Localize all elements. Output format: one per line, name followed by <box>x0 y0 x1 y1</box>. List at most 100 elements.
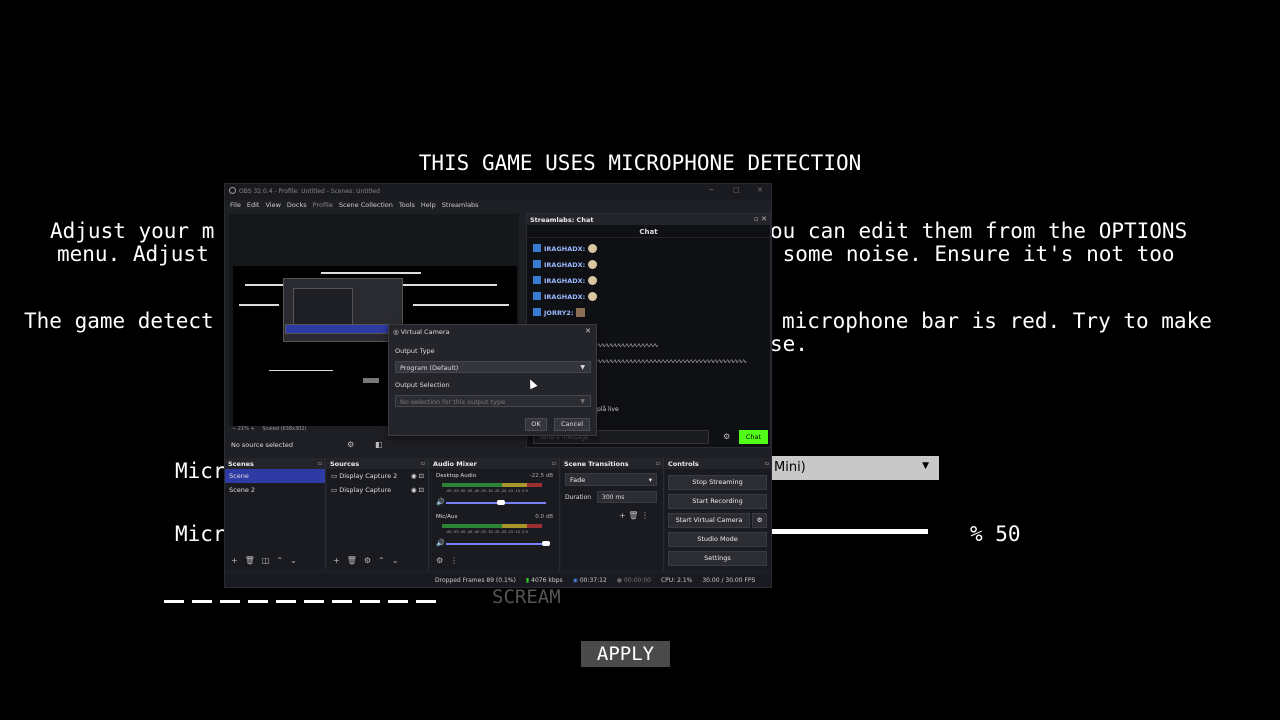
eye-lock-icon[interactable]: ◉ ⊡ <box>411 472 424 480</box>
dock-popout-icon[interactable]: ▫ <box>656 460 660 467</box>
volume-slider[interactable] <box>446 543 546 545</box>
transition-select[interactable]: Fade ▾ <box>565 473 657 486</box>
chat-settings-icon[interactable]: ⚙ <box>723 432 730 441</box>
cpu-usage: CPU: 2.1% <box>660 577 693 584</box>
scenes-title: Scenes <box>228 460 254 468</box>
start-recording-button[interactable]: Start Recording <box>668 494 767 509</box>
mic-level-bar <box>164 600 444 603</box>
menu-edit[interactable]: Edit <box>247 201 260 209</box>
menu-scene-collection[interactable]: Scene Collection <box>339 201 393 209</box>
meter-scale: -60 -55 -50 -45 -40 -35 -30 -25 -20 -15 … <box>446 530 528 534</box>
source-item[interactable]: ▭ Display Capture ◉ ⊡ <box>327 483 428 497</box>
dock-popout-icon[interactable]: ▫ <box>765 460 769 467</box>
output-type-select[interactable]: Program (Default) ▼ <box>395 361 591 373</box>
duration-input[interactable]: 300 ms <box>597 491 657 503</box>
volume-slider[interactable] <box>446 502 546 504</box>
chevron-down-icon: ▼ <box>580 364 585 371</box>
settings-button[interactable]: Settings <box>668 551 767 566</box>
gear-icon[interactable]: ⚙ <box>436 556 443 565</box>
stop-streaming-button[interactable]: Stop Streaming <box>668 475 767 490</box>
gear-icon[interactable]: ⚙ <box>364 556 371 565</box>
chat-send-button[interactable]: Chat <box>739 430 768 444</box>
instructions-line1-right: ou can edit them from the OPTIONS <box>770 219 1188 243</box>
obs-logo-icon <box>229 187 236 194</box>
menu-help[interactable]: Help <box>421 201 436 209</box>
filter-icon[interactable]: ◫ <box>262 556 270 565</box>
more-icon[interactable]: ⋮ <box>641 511 649 520</box>
scene-item[interactable]: Scene <box>225 469 325 483</box>
start-virtual-camera-button[interactable]: Start Virtual Camera <box>668 513 750 528</box>
dock-popout-icon[interactable]: ▫ <box>421 460 425 467</box>
maximize-icon[interactable]: □ <box>733 186 740 194</box>
close-icon[interactable]: ✕ <box>585 327 591 335</box>
sensitivity-slider[interactable] <box>770 529 928 534</box>
down-icon[interactable]: ⌄ <box>392 556 399 565</box>
close-icon[interactable]: ✕ <box>757 186 763 194</box>
speaker-icon[interactable]: 🔊 <box>436 498 445 506</box>
instructions-line2-left: menu. Adjust <box>57 242 222 266</box>
menu-streamlabs[interactable]: Streamlabs <box>442 201 479 209</box>
mic-device-select[interactable]: Mini) ▼ <box>770 456 939 480</box>
scream-label: SCREAM <box>492 586 561 608</box>
up-icon[interactable]: ⌃ <box>378 556 385 565</box>
zoom-minus-icon[interactable]: − <box>232 426 236 432</box>
sources-dock: Sources ▫ ▭ Display Capture 2 ◉ ⊡ ▭ Displa… <box>327 458 429 570</box>
dock-close-icon[interactable]: ▫ ✕ <box>754 215 767 223</box>
ok-button[interactable]: OK <box>525 418 547 431</box>
menu-docks[interactable]: Docks <box>287 201 307 209</box>
channel-name: Mic/Aux <box>436 514 458 520</box>
no-source-label: No source selected <box>231 441 293 449</box>
avatar <box>576 308 586 317</box>
source-item[interactable]: ▭ Display Capture 2 ◉ ⊡ <box>327 469 428 483</box>
dock-popout-icon[interactable]: ▫ <box>552 460 556 467</box>
menu-file[interactable]: File <box>230 201 241 209</box>
chat-message-wave: ∿∿∿∿∿∿∿∿∿∿∿∿∿∿∿ <box>597 342 658 349</box>
channel-name: Desktop Audio <box>436 473 477 479</box>
menu-view[interactable]: View <box>265 201 280 209</box>
volume-slider-knob[interactable] <box>542 541 550 546</box>
instructions-line2-right: some noise. Ensure it's not too <box>770 242 1175 266</box>
channel-db: -22.5 dB <box>529 473 553 479</box>
scenes-toolbar: + 🗑 ◫ ⌃ ⌄ <box>225 556 325 568</box>
monitor-icon: ▭ <box>331 486 338 494</box>
output-selection-select[interactable]: No selection for this output type ▼ <box>395 395 591 407</box>
trash-icon[interactable]: 🗑 <box>628 511 638 520</box>
speaker-icon[interactable]: 🔊 <box>436 539 445 547</box>
virtual-camera-settings-icon[interactable]: ⚙ <box>752 513 767 528</box>
obs-menubar: File Edit View Docks Profile Scene Collection… <box>225 201 525 213</box>
more-icon[interactable]: ⋮ <box>450 556 458 565</box>
menu-tools[interactable]: Tools <box>399 201 415 209</box>
emote-icon <box>588 260 598 269</box>
source-toolbar: No source selected ⚙ ◧ <box>229 437 519 453</box>
trash-icon[interactable]: 🗑 <box>347 556 357 565</box>
add-icon[interactable]: + <box>231 556 238 565</box>
output-type-label: Output Type <box>395 347 435 355</box>
scale-select[interactable]: Scaled (638x302) <box>262 426 306 432</box>
dropped-frames: Dropped Frames 89 (0.1%) <box>435 577 516 584</box>
zoom-plus-icon[interactable]: + <box>251 426 255 432</box>
chevron-down-icon: ▼ <box>580 398 585 405</box>
sources-toolbar: + 🗑 ⚙ ⌃ ⌄ <box>327 556 428 568</box>
down-icon[interactable]: ⌄ <box>290 556 297 565</box>
add-icon[interactable]: + <box>619 511 626 520</box>
scene-item[interactable]: Scene 2 <box>225 483 325 497</box>
dock-popout-icon[interactable]: ▫ <box>318 460 322 467</box>
cancel-button[interactable]: Cancel <box>554 418 590 431</box>
volume-slider-knob[interactable] <box>497 500 505 505</box>
chat-dock-header: Streamlabs: Chat ▫ ✕ <box>527 214 770 225</box>
studio-mode-button[interactable]: Studio Mode <box>668 532 767 547</box>
apply-button[interactable]: APPLY <box>581 641 670 667</box>
sensitivity-value: % 50 <box>970 522 1021 546</box>
trash-icon[interactable]: 🗑 <box>245 556 255 565</box>
emote-icon <box>588 292 598 301</box>
add-icon[interactable]: + <box>333 556 340 565</box>
filters-icon[interactable]: ◧ <box>375 440 383 449</box>
eye-lock-icon[interactable]: ◉ ⊡ <box>411 486 424 494</box>
minimize-icon[interactable]: ─ <box>709 186 713 194</box>
stream-icon: ◉ <box>572 577 578 584</box>
gear-icon[interactable]: ⚙ <box>347 440 354 449</box>
up-icon[interactable]: ⌃ <box>276 556 283 565</box>
obs-logo-icon: ◎ <box>393 328 399 336</box>
menu-profile[interactable]: Profile <box>313 201 333 209</box>
duration-label: Duration <box>565 494 592 501</box>
